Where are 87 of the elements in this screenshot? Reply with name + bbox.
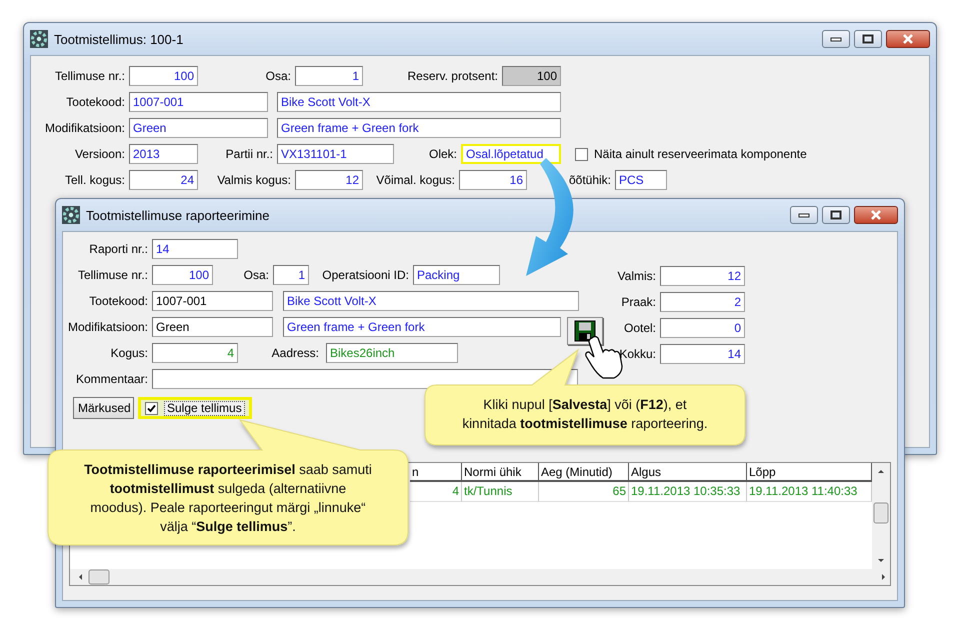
- field-label: Operatsiooni ID:: [321, 267, 409, 284]
- close-icon: [902, 34, 914, 44]
- field-label: Valmis:: [616, 268, 656, 285]
- input-field[interactable]: Green frame + Green fork: [283, 317, 561, 337]
- column-header[interactable]: Lõpp: [747, 463, 872, 482]
- window-title: Tootmistellimuse raporteerimine: [86, 208, 271, 222]
- checkbox[interactable]: Näita ainult reserveerimata komponente: [575, 144, 807, 164]
- table-cell: tk/Tunnis: [462, 482, 539, 502]
- minimize-icon: [830, 36, 842, 42]
- input-field[interactable]: Bikes26inch: [326, 343, 458, 363]
- field-label: Tell. kogus:: [64, 172, 125, 189]
- field-label: Kogus:: [110, 345, 148, 362]
- input-field[interactable]: 1007-001: [129, 92, 268, 112]
- horizontal-scrollbar[interactable]: [70, 569, 890, 585]
- input-field[interactable]: 1007-001: [152, 291, 273, 311]
- field-label: Võimal. kogus:: [375, 172, 455, 189]
- field-label: Olek:: [428, 146, 457, 163]
- field-label: Modifikatsioon:: [44, 120, 125, 137]
- field-label: Aadress:: [270, 345, 319, 362]
- field-label: Partii nr.:: [224, 146, 273, 163]
- check-icon: [147, 404, 156, 412]
- minimize-button[interactable]: [822, 30, 850, 48]
- input-field[interactable]: 2013: [129, 144, 198, 164]
- field-label: Praak:: [620, 294, 656, 311]
- column-header[interactable]: n: [410, 463, 462, 482]
- window-title: Tootmistellimus: 100-1: [54, 32, 184, 46]
- minimize-icon: [798, 212, 810, 218]
- input-field[interactable]: 12: [295, 170, 363, 190]
- field-label: Raporti nr.:: [88, 241, 148, 258]
- input-field[interactable]: 16: [459, 170, 527, 190]
- maximize-icon: [830, 210, 842, 220]
- field-label: Modifikatsioon:: [66, 319, 148, 336]
- input-field[interactable]: Bike Scott Volt-X: [277, 92, 561, 112]
- gear-icon: [30, 30, 48, 48]
- minimize-button[interactable]: [790, 206, 818, 224]
- input-field[interactable]: 100: [152, 265, 213, 285]
- field-label: Reserv. protsent:: [406, 68, 498, 85]
- callout-text: Kliki nupul [Salvesta] või (F12), et kinnitada tootmistellimuse raporteering.: [461, 396, 709, 433]
- close-button[interactable]: [886, 30, 930, 48]
- input-field[interactable]: 1: [273, 265, 309, 285]
- maximize-button[interactable]: [822, 206, 850, 224]
- input-field[interactable]: Green frame + Green fork: [277, 118, 561, 138]
- column-header[interactable]: Aeg (Minutid): [539, 463, 629, 482]
- input-field[interactable]: Bike Scott Volt-X: [283, 291, 579, 311]
- input-field[interactable]: 14: [152, 239, 238, 259]
- field-label: õõtühik:: [568, 172, 611, 189]
- input-field[interactable]: 14: [660, 344, 745, 364]
- field-label: Ootel:: [622, 320, 656, 337]
- field-label: Kommentaar:: [74, 371, 148, 388]
- input-field[interactable]: 24: [129, 170, 198, 190]
- input-field[interactable]: 12: [660, 266, 745, 286]
- input-field[interactable]: Green: [129, 118, 268, 138]
- vertical-scrollbar[interactable]: [872, 463, 890, 569]
- maximize-icon: [862, 34, 874, 44]
- column-header[interactable]: Algus: [629, 463, 747, 482]
- input-field[interactable]: 2: [660, 292, 745, 312]
- column-header[interactable]: Normi ühik: [462, 463, 539, 482]
- close-button[interactable]: [854, 206, 898, 224]
- field-label: Valmis kogus:: [216, 172, 291, 189]
- field-label: Tellimuse nr.:: [76, 267, 148, 284]
- field-label: Tootekood:: [88, 293, 148, 310]
- remarks-button[interactable]: Märkused: [73, 397, 134, 419]
- gear-icon: [62, 206, 80, 224]
- input-field[interactable]: 1: [295, 66, 363, 86]
- input-field[interactable]: VX131101-1: [277, 144, 394, 164]
- save-button[interactable]: [567, 317, 603, 345]
- field-label: Tellimuse nr.:: [54, 68, 125, 85]
- input-field[interactable]: 100: [502, 66, 561, 86]
- close-icon: [870, 210, 882, 220]
- field-label: Tootekood:: [65, 94, 125, 111]
- input-field[interactable]: 0: [660, 318, 745, 338]
- table-cell: 4: [410, 482, 462, 502]
- checkbox[interactable]: Sulge tellimus: [138, 397, 252, 419]
- maximize-button[interactable]: [854, 30, 882, 48]
- field-label: Osa:: [242, 267, 269, 284]
- table-cell: 19.11.2013 10:35:33: [629, 482, 747, 502]
- input-field[interactable]: Packing: [413, 265, 500, 285]
- input-field[interactable]: Osal.lõpetatud: [461, 144, 561, 164]
- input-field[interactable]: 100: [129, 66, 198, 86]
- callout-text: Tootmistellimuse raporteerimisel saab samuti tootmistellimust sulgeda (alternatiivne moodus). Peale raporteeringut märgi „linnuke“ välja “Sulge tellimus”.: [83, 461, 373, 536]
- field-label: Osa:: [264, 68, 291, 85]
- input-field[interactable]: Green: [152, 317, 273, 337]
- input-field[interactable]: PCS: [615, 170, 667, 190]
- table-cell: 65: [539, 482, 629, 502]
- field-label: Kokku:: [618, 346, 656, 363]
- input-field[interactable]: 4: [152, 343, 238, 363]
- field-label: Versioon:: [74, 146, 125, 163]
